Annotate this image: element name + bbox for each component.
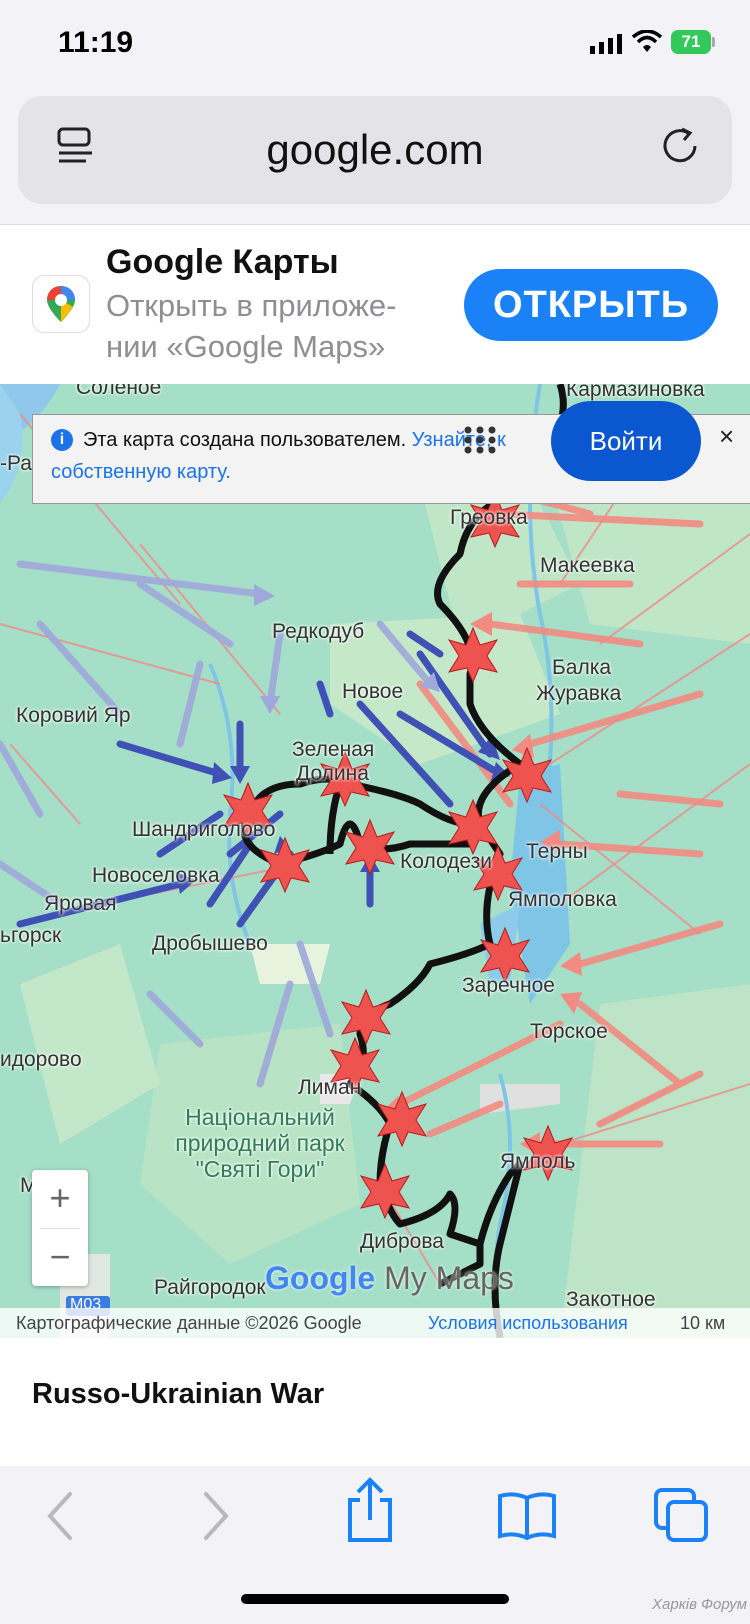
place-label: Терны xyxy=(526,840,588,863)
back-icon[interactable] xyxy=(40,1486,80,1546)
own-map-link[interactable]: собственную карту. xyxy=(51,461,231,484)
home-indicator xyxy=(241,1594,509,1604)
park-label: Національний природний парк "Святі Гори" xyxy=(175,1104,345,1182)
mymaps-wordmark: My Maps xyxy=(384,1260,514,1296)
bookmarks-icon[interactable] xyxy=(496,1490,558,1542)
drag-handle-icon[interactable] xyxy=(463,425,497,455)
place-label: Диброва xyxy=(360,1230,444,1253)
battery-tip xyxy=(712,37,715,47)
info-icon: i xyxy=(51,429,73,451)
map-view[interactable]: Кармазиновка Соленое -Ра Греовка Макеевк… xyxy=(0,384,750,1338)
forum-watermark: Харків Форум xyxy=(652,1596,747,1613)
place-label: Соленое xyxy=(76,384,162,399)
place-label: Торское xyxy=(530,1020,608,1043)
scale-label: 10 км xyxy=(680,1313,726,1333)
place-label: Шандриголово xyxy=(132,818,276,841)
place-label: Макеевка xyxy=(540,554,635,577)
place-label: идорово xyxy=(0,1048,82,1071)
place-label: Греовка xyxy=(450,506,528,529)
terms-link[interactable]: Условия использования xyxy=(428,1313,628,1334)
url-text[interactable]: google.com xyxy=(18,126,732,174)
share-icon[interactable] xyxy=(344,1476,396,1546)
place-label: Яровая xyxy=(44,892,117,915)
notice-message: Эта карта создана пользователем. xyxy=(83,429,407,451)
battery-icon: 71 xyxy=(671,30,711,54)
place-label: Лиман xyxy=(298,1076,362,1099)
status-bar: 11:19 71 xyxy=(0,0,750,92)
user-map-notice: i Эта карта создана пользователем. Узнай… xyxy=(32,401,750,504)
sign-in-button[interactable]: Войти xyxy=(551,401,701,481)
place-label: Коровий Яр xyxy=(16,704,131,727)
status-time: 11:19 xyxy=(58,26,134,59)
zoom-in-button[interactable]: + xyxy=(32,1170,88,1228)
app-title: Google Карты xyxy=(106,243,339,281)
place-label: Колодези xyxy=(400,850,492,873)
place-label: Новоселовка xyxy=(92,864,220,887)
place-label: ьгорск xyxy=(0,924,62,947)
reload-icon[interactable] xyxy=(662,126,702,170)
place-label: Заречное xyxy=(462,974,555,997)
map-caption-area: Russo-Ukrainian War xyxy=(0,1338,750,1467)
map-data-credit: Картографические данные ©2026 Google xyxy=(16,1313,362,1333)
place-label: Кармазиновка xyxy=(566,384,705,401)
forward-icon[interactable] xyxy=(196,1486,236,1546)
cellular-signal-icon xyxy=(590,34,622,54)
google-wordmark: Google xyxy=(265,1260,376,1296)
place-label: Дробышево xyxy=(152,932,268,955)
place-label: Журавка xyxy=(536,682,622,705)
zoom-out-button[interactable]: − xyxy=(32,1229,88,1287)
google-mymaps-logo: Google My Maps xyxy=(265,1260,514,1297)
address-bar[interactable]: google.com xyxy=(18,96,732,204)
wifi-icon xyxy=(632,30,662,52)
map-canvas[interactable] xyxy=(0,384,750,1338)
zoom-controls: + − xyxy=(32,1170,88,1286)
app-subtitle: Открыть в приложе-нии «Google Maps» xyxy=(106,288,397,364)
place-label: Ямполь xyxy=(500,1150,576,1173)
place-label: Долина xyxy=(296,762,369,785)
google-maps-app-icon xyxy=(32,275,90,333)
place-label: Зеленая xyxy=(292,738,375,761)
map-title: Russo-Ukrainian War xyxy=(32,1378,325,1410)
open-app-button[interactable]: ОТКРЫТЬ xyxy=(464,269,718,341)
place-label: Балка xyxy=(552,656,612,679)
place-label: Ямполовка xyxy=(508,888,617,911)
place-label: Новое xyxy=(342,680,404,703)
close-icon[interactable]: × xyxy=(719,421,734,452)
tabs-icon[interactable] xyxy=(654,1488,710,1544)
app-banner: Google Карты Открыть в приложе-нии «Goog… xyxy=(0,224,750,385)
place-label: -Ра xyxy=(0,452,32,475)
map-attribution: Картографические данные ©2026 Google Усл… xyxy=(0,1308,750,1338)
place-label: Редкодуб xyxy=(272,620,365,643)
notice-text: Эта карта создана пользователем. Узнайте… xyxy=(83,429,506,452)
place-label: Райгородок xyxy=(154,1276,266,1299)
